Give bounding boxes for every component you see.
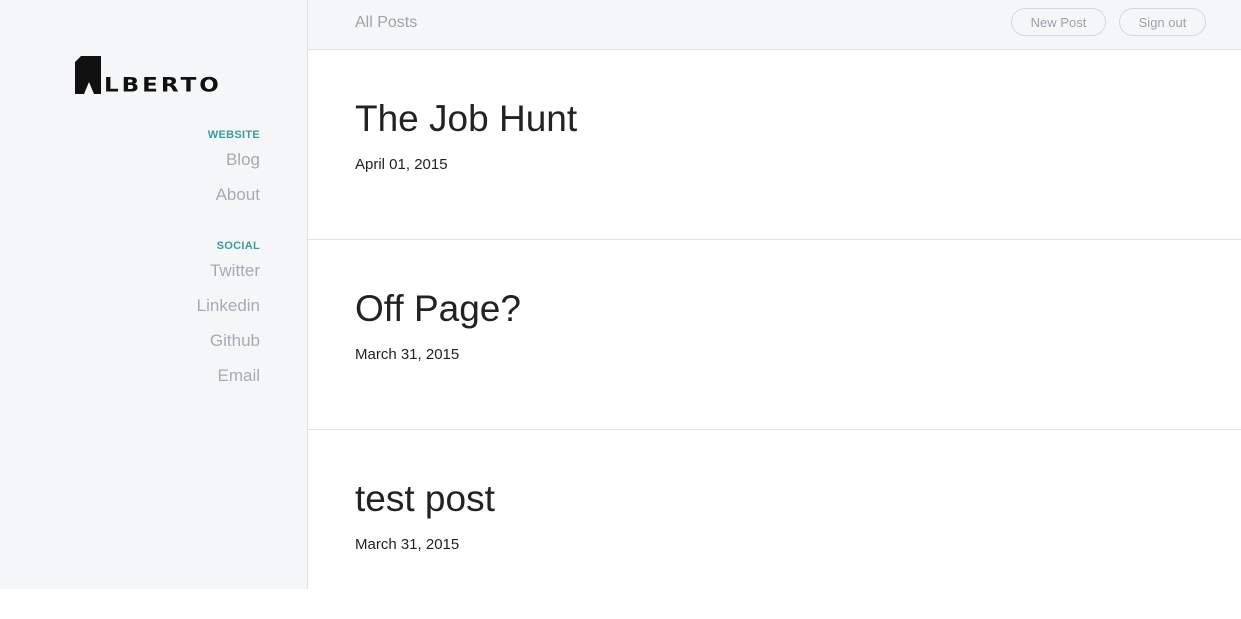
logo-a-mark-icon xyxy=(75,56,101,94)
nav-link-twitter[interactable]: Twitter xyxy=(40,253,260,288)
post-title[interactable]: test post xyxy=(355,477,495,521)
post-item[interactable]: Off Page? March 31, 2015 xyxy=(308,240,1241,430)
nav-heading-social: SOCIAL xyxy=(216,240,260,252)
post-date: April 01, 2015 xyxy=(355,156,448,173)
nav-link-about[interactable]: About xyxy=(40,177,260,212)
post-date: March 31, 2015 xyxy=(355,346,460,363)
sidebar: LBERTO WEBSITE Blog About SOCIAL Twitter… xyxy=(0,0,308,589)
nav-section-social: SOCIAL Twitter Linkedin Github Email xyxy=(40,239,260,393)
sign-out-button[interactable]: Sign out xyxy=(1119,8,1206,36)
top-bar: All Posts New Post Sign out xyxy=(308,0,1241,50)
brand-logo[interactable]: LBERTO xyxy=(75,54,222,97)
page-title: All Posts xyxy=(355,14,418,31)
nav-link-email[interactable]: Email xyxy=(40,358,260,393)
post-date: March 31, 2015 xyxy=(355,536,460,553)
nav-link-github[interactable]: Github xyxy=(40,323,260,358)
post-item[interactable]: test post March 31, 2015 xyxy=(308,430,1241,619)
logo-text: LBERTO xyxy=(104,74,222,97)
post-title[interactable]: The Job Hunt xyxy=(355,97,577,141)
nav-link-linkedin[interactable]: Linkedin xyxy=(40,288,260,323)
nav-section-website: WEBSITE Blog About xyxy=(40,128,260,212)
new-post-button[interactable]: New Post xyxy=(1011,8,1106,36)
post-list: The Job Hunt April 01, 2015 Off Page? Ma… xyxy=(308,50,1241,619)
nav-link-blog[interactable]: Blog xyxy=(40,142,260,177)
nav-heading-website: WEBSITE xyxy=(207,129,260,141)
post-title[interactable]: Off Page? xyxy=(355,287,521,331)
post-item[interactable]: The Job Hunt April 01, 2015 xyxy=(308,50,1241,240)
